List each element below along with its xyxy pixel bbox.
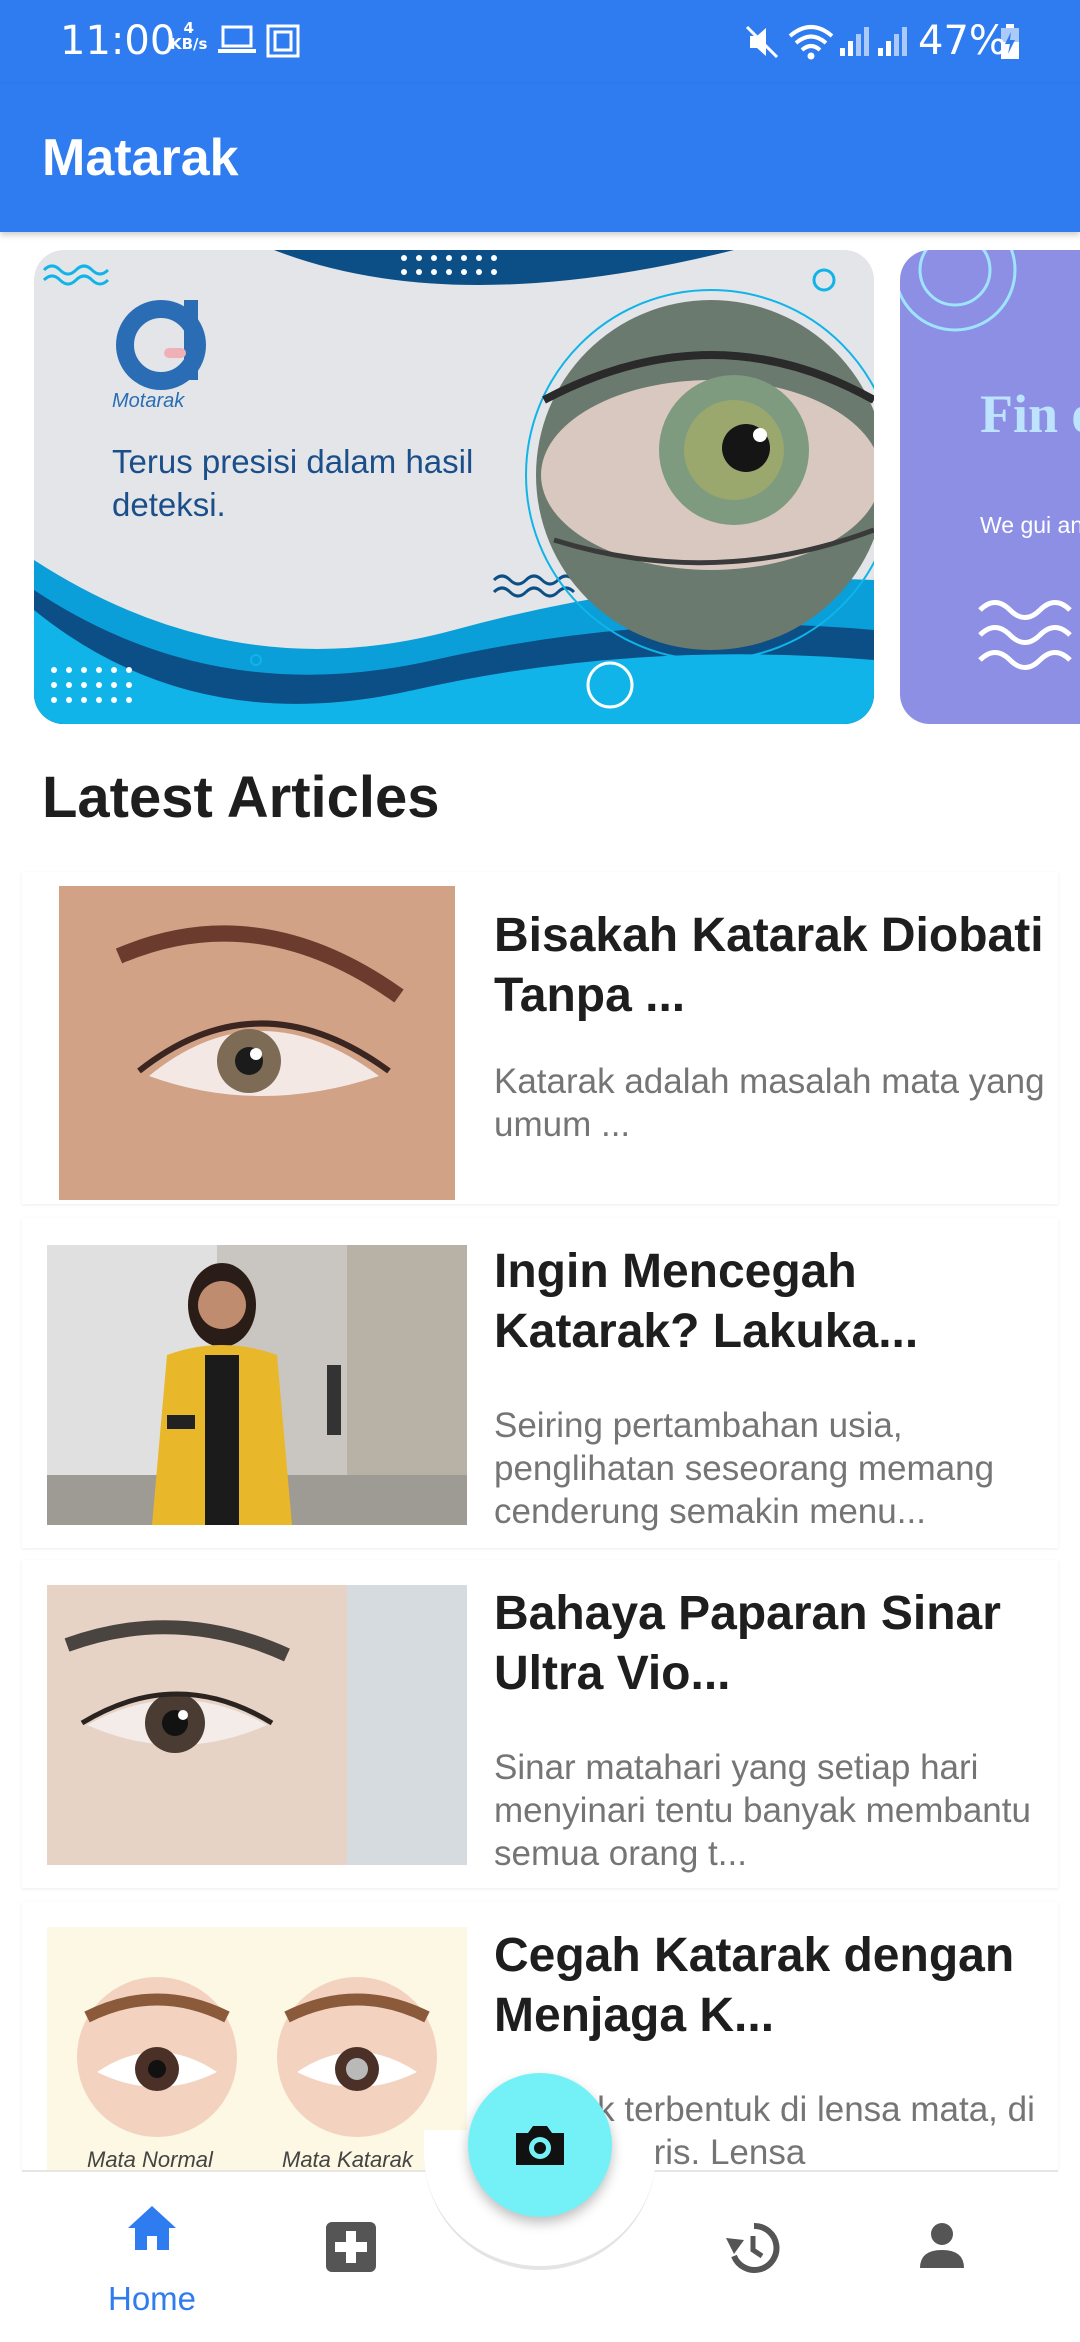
article-thumbnail [59,886,455,1200]
article-title: Ingin Mencegah Katarak? Lakuka... [494,1245,919,1358]
banner2-title: Fin eye [980,384,1080,444]
app-title: Matarak [42,129,239,187]
banner2-decoration [900,250,1072,670]
banner-detection[interactable]: Motarak Terus presisi dalam hasil deteks… [34,250,874,724]
nav-profile[interactable] [852,2172,1032,2342]
nav-home[interactable]: Home [62,2172,242,2342]
banner-carousel[interactable]: Motarak Terus presisi dalam hasil deteks… [0,250,1080,724]
status-time: 11:00 [60,18,176,64]
article-description: Sinar matahari yang setiap hari menyinar… [494,1748,1031,1873]
banner2-text: We gui and cre [980,512,1080,538]
latest-articles-heading: Latest Articles [42,765,440,830]
article-description: Katarak adalah masalah mata yang umum ..… [494,1062,1045,1144]
person-icon [920,2223,964,2268]
article-card[interactable]: Bahaya Paparan Sinar Ultra Vio... Sinar … [22,1560,1058,1888]
thumb-label-cataract: Mata Katarak [282,2147,413,2170]
signal-2-icon [878,27,907,56]
eye-photo [59,886,455,1200]
woman-phone-photo [47,1245,467,1525]
status-bar: 11:00 4 KB/s 47% [0,0,1080,84]
article-card[interactable]: Ingin Mencegah Katarak? Lakuka... Seirin… [22,1218,1058,1548]
banner-logo-text: Motarak [112,390,185,412]
article-description: Seiring pertambahan usia, penglihatan se… [494,1406,995,1531]
article-thumbnail [47,1245,467,1525]
network-speed: 4 KB/s [170,20,207,52]
thumb-label-normal: Mata Normal [87,2147,213,2170]
history-icon [726,2222,780,2273]
network-speed-unit: KB/s [170,35,208,53]
wifi-icon [788,25,834,60]
screenshot-icon [266,24,300,58]
eye-closeup-photo [47,1585,467,1865]
article-thumbnail [47,1585,467,1865]
mute-icon [745,25,779,59]
nav-home-label: Home [107,2280,197,2317]
article-title: Bahaya Paparan Sinar Ultra Vio... [494,1587,1001,1700]
laptop-icon [218,25,256,53]
eye-comparison-illustration [47,1927,467,2170]
camera-fab[interactable] [468,2073,612,2217]
nav-medical[interactable] [262,2172,442,2342]
nav-history[interactable] [662,2172,842,2342]
medical-plus-icon [326,2222,376,2272]
battery-percentage: 47% [918,18,1007,64]
article-title: Bisakah Katarak Diobati Tanpa ... [494,909,1044,1022]
app-bar: Matarak [0,84,1080,232]
banner-tagline: Terus presisi dalam hasil deteksi. [112,443,474,523]
home-icon [128,2206,176,2250]
article-card[interactable]: Bisakah Katarak Diobati Tanpa ... Katara… [22,872,1058,1204]
article-thumbnail: Mata Normal Mata Katarak [47,1927,467,2170]
banner-secondary[interactable]: Fin eye We gui and cre [900,250,1080,724]
article-title: Cegah Katarak dengan Menjaga K... [494,1929,1015,2042]
camera-icon [516,2126,564,2165]
battery-charging-icon [1001,24,1019,59]
signal-icon [840,27,869,56]
